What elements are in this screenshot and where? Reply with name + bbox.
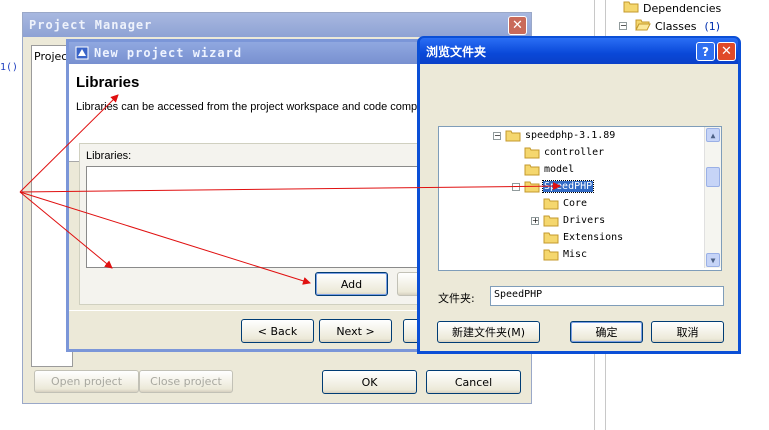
folder-icon	[524, 147, 540, 159]
app-icon	[75, 46, 89, 60]
new-folder-button[interactable]: 新建文件夹(M)	[437, 321, 540, 343]
back-button[interactable]: < Back	[241, 319, 314, 343]
tree-item-dependencies[interactable]: Dependencies	[623, 0, 721, 16]
tree-scrollbar[interactable]: ▲ ▼	[704, 127, 721, 268]
folder-open-icon	[635, 18, 651, 34]
folder-tree-node[interactable]: + Drivers	[531, 212, 606, 229]
folder-icon	[543, 249, 559, 261]
folder-tree-node[interactable]: controller	[512, 144, 605, 161]
window-title: 浏览文件夹	[426, 44, 487, 59]
project-manager-titlebar[interactable]: Project Manager ✕	[23, 13, 531, 37]
scroll-thumb[interactable]	[706, 167, 720, 187]
page-title: Libraries	[76, 74, 140, 91]
code-fragment: 1()	[0, 62, 19, 73]
tree-item-label: Classes	[655, 19, 697, 33]
folder-tree-label: SpeedPHP	[541, 180, 595, 193]
browse-folder-titlebar[interactable]: 浏览文件夹 ? ✕	[420, 38, 738, 64]
tree-item-label: Dependencies	[643, 1, 722, 15]
folder-tree-label: speedphp-3.1.89	[525, 130, 616, 141]
folder-input[interactable]: SpeedPHP	[490, 286, 724, 306]
help-icon[interactable]: ?	[696, 42, 715, 61]
ok-button[interactable]: 确定	[570, 321, 643, 343]
expand-icon[interactable]: +	[531, 216, 539, 225]
folder-tree-label: controller	[544, 147, 605, 158]
close-icon[interactable]: ✕	[717, 42, 736, 61]
scroll-up-icon[interactable]: ▲	[706, 128, 720, 142]
folder-icon	[524, 181, 540, 193]
folder-tree-node[interactable]: − SpeedPHP	[512, 178, 595, 195]
folder-icon	[543, 232, 559, 244]
close-project-button[interactable]: Close project	[139, 370, 233, 393]
add-library-button[interactable]: Add	[315, 272, 388, 296]
folder-tree-node[interactable]: Core	[531, 195, 588, 212]
tree-item-count: (1)	[704, 19, 721, 33]
ok-button[interactable]: OK	[322, 370, 417, 394]
folder-tree-label: model	[544, 164, 575, 175]
cancel-button[interactable]: Cancel	[426, 370, 521, 394]
libraries-label: Libraries:	[86, 150, 132, 162]
folder-tree-node[interactable]: Extensions	[531, 229, 624, 246]
open-project-button[interactable]: Open project	[34, 370, 139, 393]
folder-tree-node[interactable]: − speedphp-3.1.89	[493, 127, 616, 144]
close-icon[interactable]: ✕	[508, 16, 527, 35]
page-description: Libraries can be accessed from the proje…	[76, 101, 429, 113]
folder-tree-label: Drivers	[563, 215, 606, 226]
folder-tree[interactable]: − speedphp-3.1.89 controller model − SpeedPHP…	[438, 126, 722, 271]
tree-item-classes[interactable]: − Classes (1)	[619, 18, 720, 34]
collapse-icon[interactable]: −	[512, 182, 520, 191]
folder-tree-node[interactable]: model	[512, 161, 575, 178]
folder-icon	[623, 0, 639, 16]
scroll-down-icon[interactable]: ▼	[706, 253, 720, 267]
cancel-button[interactable]: 取消	[651, 321, 724, 343]
browse-folder-dialog: 浏览文件夹 ? ✕ − speedphp-3.1.89 controller mode…	[417, 36, 741, 354]
folder-icon	[543, 215, 559, 227]
folder-icon	[505, 130, 521, 142]
folder-tree-label: Core	[563, 198, 588, 209]
collapse-icon[interactable]: −	[493, 131, 501, 140]
next-button[interactable]: Next >	[319, 319, 392, 343]
window-title: Project Manager	[29, 18, 153, 32]
window-title: New project wizard	[94, 46, 243, 60]
folder-icon	[524, 164, 540, 176]
folder-tree-node[interactable]: Misc	[531, 246, 588, 263]
folder-tree-label: Extensions	[563, 232, 624, 243]
collapse-icon[interactable]: −	[619, 22, 627, 30]
folder-icon	[543, 198, 559, 210]
folder-tree-label: Misc	[563, 249, 588, 260]
folder-label: 文件夹:	[438, 292, 475, 305]
